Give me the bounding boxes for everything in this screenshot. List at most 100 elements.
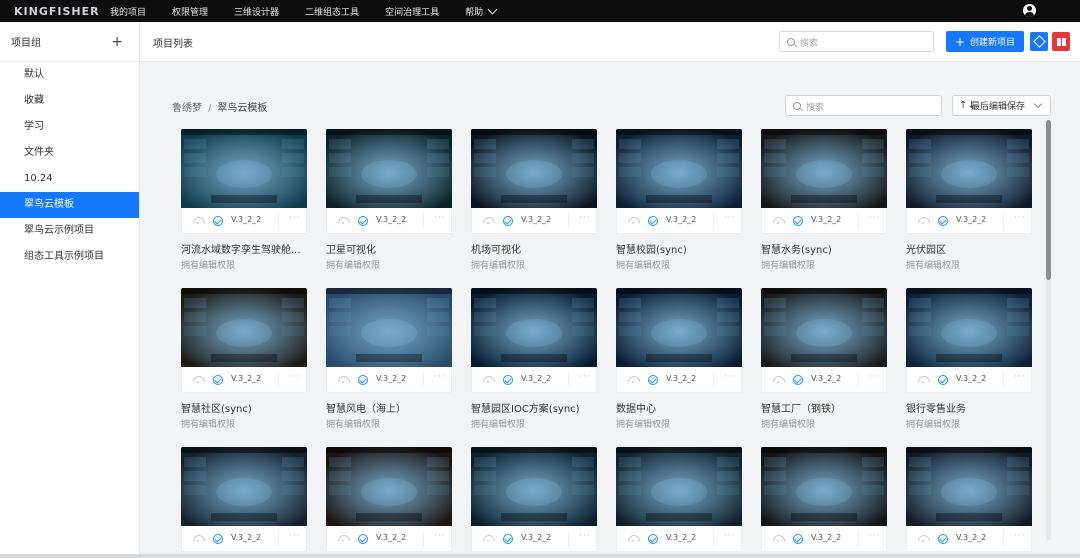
- more-icon[interactable]: ···: [1014, 372, 1026, 382]
- project-name[interactable]: 机场可视化: [471, 241, 597, 256]
- project-card[interactable]: V.3_2_2 ··· 数据中心 拥有编辑权限: [616, 288, 742, 430]
- sidebar-item[interactable]: 默认: [0, 62, 139, 88]
- share-icon[interactable]: [773, 535, 783, 543]
- project-card[interactable]: V.3_2_2 ···: [471, 447, 597, 552]
- project-thumbnail[interactable]: [616, 288, 742, 367]
- more-icon[interactable]: ···: [1014, 213, 1026, 223]
- project-thumbnail[interactable]: [181, 129, 307, 208]
- user-avatar-icon[interactable]: [1023, 4, 1036, 17]
- share-icon[interactable]: [628, 217, 638, 225]
- share-icon[interactable]: [628, 376, 638, 384]
- nav-my-projects[interactable]: 我的项目: [110, 5, 146, 18]
- scrollbar[interactable]: [1046, 120, 1051, 540]
- project-name[interactable]: 智慧社区(sync): [181, 400, 307, 415]
- project-thumbnail[interactable]: [761, 447, 887, 526]
- more-icon[interactable]: ···: [289, 213, 301, 223]
- project-card[interactable]: V.3_2_2 ··· 智慧工厂（钢铁） 拥有编辑权限: [761, 288, 887, 430]
- sidebar-item[interactable]: 组态工具示例项目: [0, 244, 139, 270]
- more-icon[interactable]: ···: [869, 213, 881, 223]
- nav-help-dropdown[interactable]: 帮助: [465, 4, 498, 18]
- project-card[interactable]: V.3_2_2 ···: [181, 447, 307, 552]
- project-name[interactable]: 河流水域数字孪生驾驶舱...: [181, 241, 307, 256]
- more-icon[interactable]: ···: [434, 213, 446, 223]
- project-card[interactable]: V.3_2_2 ··· 智慧水务(sync) 拥有编辑权限: [761, 129, 887, 271]
- project-name[interactable]: 智慧风电（海上）: [326, 400, 452, 415]
- project-card[interactable]: V.3_2_2 ··· 光伏园区 拥有编辑权限: [906, 129, 1032, 271]
- project-card[interactable]: V.3_2_2 ··· 智慧风电（海上） 拥有编辑权限: [326, 288, 452, 430]
- more-icon[interactable]: ···: [289, 372, 301, 382]
- share-icon[interactable]: [338, 535, 348, 543]
- sidebar-item[interactable]: 10.24: [0, 166, 139, 192]
- share-icon[interactable]: [193, 217, 203, 225]
- project-thumbnail[interactable]: [761, 288, 887, 367]
- more-icon[interactable]: ···: [434, 372, 446, 382]
- project-card[interactable]: V.3_2_2 ··· 银行零售业务 拥有编辑权限: [906, 288, 1032, 430]
- breadcrumb-root[interactable]: 鲁绣梦: [172, 103, 202, 114]
- project-card[interactable]: V.3_2_2 ··· 卫星可视化 拥有编辑权限: [326, 129, 452, 271]
- share-icon[interactable]: [338, 376, 348, 384]
- project-card[interactable]: V.3_2_2 ···: [326, 447, 452, 552]
- share-icon[interactable]: [918, 535, 928, 543]
- nav-permissions[interactable]: 权限管理: [172, 5, 208, 18]
- project-card[interactable]: V.3_2_2 ··· 智慧社区(sync) 拥有编辑权限: [181, 288, 307, 430]
- project-name[interactable]: 光伏园区: [906, 241, 1032, 256]
- project-thumbnail[interactable]: [616, 447, 742, 526]
- more-icon[interactable]: ···: [1014, 531, 1026, 541]
- sort-select[interactable]: ↑↓ 最后编辑保存: [952, 95, 1051, 116]
- sidebar-item[interactable]: 翠鸟云模板: [0, 192, 139, 218]
- project-thumbnail[interactable]: [906, 447, 1032, 526]
- sidebar-item[interactable]: 文件夹: [0, 140, 139, 166]
- project-card[interactable]: V.3_2_2 ···: [906, 447, 1032, 552]
- sidebar-item[interactable]: 翠鸟云示例项目: [0, 218, 139, 244]
- share-icon[interactable]: [918, 217, 928, 225]
- share-icon[interactable]: [483, 535, 493, 543]
- project-name[interactable]: 智慧园区IOC方案(sync): [471, 400, 597, 415]
- project-card[interactable]: V.3_2_2 ··· 智慧校园(sync) 拥有编辑权限: [616, 129, 742, 271]
- more-icon[interactable]: ···: [579, 531, 591, 541]
- cube-button[interactable]: [1030, 32, 1048, 51]
- project-card[interactable]: V.3_2_2 ··· 机场可视化 拥有编辑权限: [471, 129, 597, 271]
- project-name[interactable]: 智慧校园(sync): [616, 241, 742, 256]
- project-card[interactable]: V.3_2_2 ··· 智慧园区IOC方案(sync) 拥有编辑权限: [471, 288, 597, 430]
- project-name[interactable]: 智慧水务(sync): [761, 241, 887, 256]
- share-icon[interactable]: [628, 535, 638, 543]
- more-icon[interactable]: ···: [869, 531, 881, 541]
- project-thumbnail[interactable]: [616, 129, 742, 208]
- project-name[interactable]: 卫星可视化: [326, 241, 452, 256]
- share-icon[interactable]: [483, 376, 493, 384]
- project-thumbnail[interactable]: [181, 288, 307, 367]
- share-icon[interactable]: [483, 217, 493, 225]
- nav-2d-config-tool[interactable]: 二维组态工具: [305, 5, 359, 18]
- project-card[interactable]: V.3_2_2 ··· 河流水域数字孪生驾驶舱... 拥有编辑权限: [181, 129, 307, 271]
- project-name[interactable]: 智慧工厂（钢铁）: [761, 400, 887, 415]
- project-thumbnail[interactable]: [326, 288, 452, 367]
- share-icon[interactable]: [338, 217, 348, 225]
- share-icon[interactable]: [773, 217, 783, 225]
- project-thumbnail[interactable]: [761, 129, 887, 208]
- project-thumbnail[interactable]: [326, 447, 452, 526]
- sidebar-item[interactable]: 学习: [0, 114, 139, 140]
- project-thumbnail[interactable]: [181, 447, 307, 526]
- project-thumbnail[interactable]: [471, 447, 597, 526]
- project-thumbnail[interactable]: [906, 129, 1032, 208]
- project-name[interactable]: 数据中心: [616, 400, 742, 415]
- project-thumbnail[interactable]: [326, 129, 452, 208]
- more-icon[interactable]: ···: [724, 531, 736, 541]
- nav-3d-designer[interactable]: 三维设计器: [234, 5, 279, 18]
- create-project-button[interactable]: + 创建新项目: [946, 31, 1024, 52]
- more-icon[interactable]: ···: [434, 531, 446, 541]
- share-icon[interactable]: [918, 376, 928, 384]
- add-group-icon[interactable]: +: [111, 35, 123, 49]
- more-icon[interactable]: ···: [724, 372, 736, 382]
- project-thumbnail[interactable]: [471, 129, 597, 208]
- more-icon[interactable]: ···: [869, 372, 881, 382]
- more-icon[interactable]: ···: [579, 213, 591, 223]
- project-thumbnail[interactable]: [906, 288, 1032, 367]
- sidebar-item[interactable]: 收藏: [0, 88, 139, 114]
- share-icon[interactable]: [773, 376, 783, 384]
- gift-button[interactable]: [1052, 32, 1070, 51]
- project-card[interactable]: V.3_2_2 ···: [616, 447, 742, 552]
- project-name[interactable]: 银行零售业务: [906, 400, 1032, 415]
- more-icon[interactable]: ···: [724, 213, 736, 223]
- project-card[interactable]: V.3_2_2 ···: [761, 447, 887, 552]
